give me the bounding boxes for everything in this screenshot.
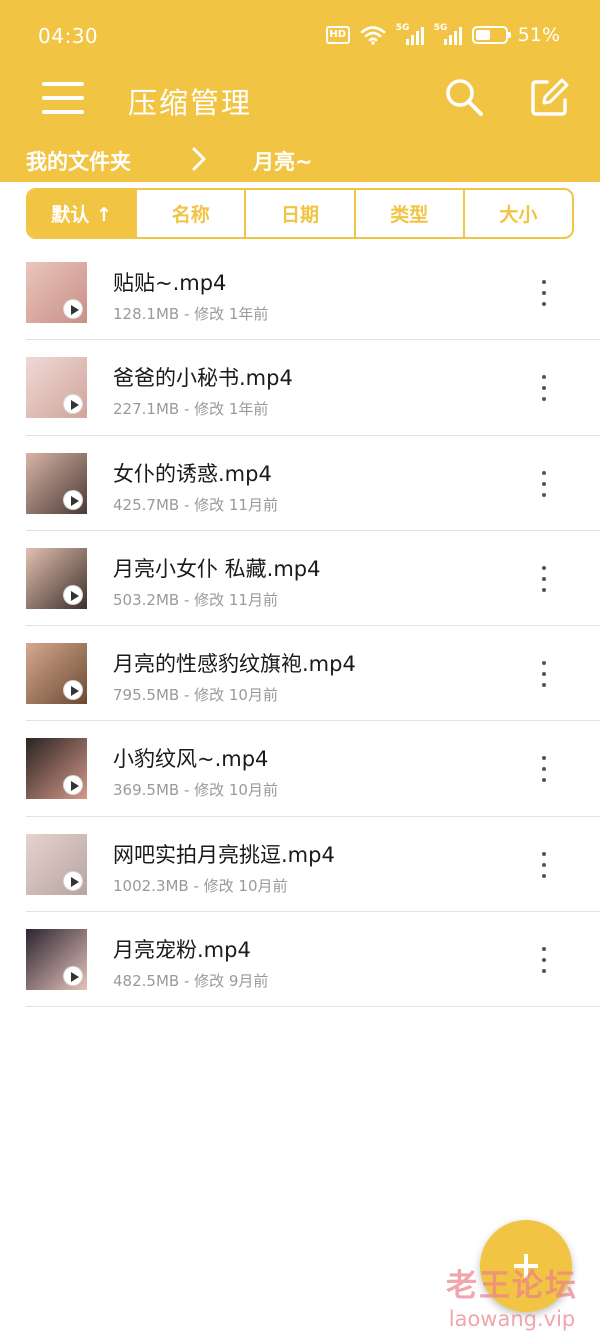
list-item[interactable]: 月亮宠粉.mp4 482.5MB - 修改 9月前	[26, 912, 600, 1008]
page-title: 压缩管理	[128, 86, 253, 120]
play-icon	[63, 966, 83, 987]
file-meta: 227.1MB - 修改 1年前	[113, 400, 269, 419]
signal-5g-icon: 5G	[396, 24, 424, 46]
video-thumbnail	[26, 833, 87, 895]
signal-5g-icon-2: 5G	[434, 24, 462, 46]
status-time: 04:30	[38, 24, 99, 48]
video-thumbnail	[26, 643, 87, 705]
more-vertical-icon[interactable]	[532, 564, 556, 594]
play-icon	[63, 870, 83, 891]
list-item[interactable]: 爸爸的小秘书.mp4 227.1MB - 修改 1年前	[26, 340, 600, 436]
list-item[interactable]: 网吧实拍月亮挑逗.mp4 1002.3MB - 修改 10月前	[26, 817, 600, 913]
file-meta: 425.7MB - 修改 11月前	[113, 495, 278, 514]
wifi-icon	[360, 26, 386, 45]
video-thumbnail	[26, 357, 87, 419]
list-item[interactable]: 女仆的诱惑.mp4 425.7MB - 修改 11月前	[26, 436, 600, 531]
battery-percent: 51%	[517, 24, 560, 46]
video-thumbnail	[26, 452, 87, 514]
video-thumbnail	[26, 929, 87, 991]
file-name: 爸爸的小秘书.mp4	[113, 366, 293, 391]
hd-icon: HD	[325, 26, 350, 44]
file-list: 贴贴~.mp4 128.1MB - 修改 1年前 爸爸的小秘书.mp4 227.…	[0, 245, 600, 1008]
video-thumbnail	[26, 738, 87, 800]
list-item[interactable]: 小豹纹风~.mp4 369.5MB - 修改 10月前	[26, 721, 600, 817]
battery-fill	[475, 30, 491, 40]
play-icon	[63, 299, 83, 319]
breadcrumb-current[interactable]: 月亮~	[253, 146, 313, 176]
file-name: 小豹纹风~.mp4	[113, 747, 269, 772]
play-icon	[63, 680, 83, 701]
file-meta: 503.2MB - 修改 11月前	[113, 590, 278, 609]
play-icon	[63, 584, 83, 605]
list-item[interactable]: 月亮小女仆 私藏.mp4 503.2MB - 修改 11月前	[26, 531, 600, 627]
file-name: 月亮宠粉.mp4	[113, 938, 251, 963]
video-thumbnail	[26, 547, 87, 609]
file-name: 网吧实拍月亮挑逗.mp4	[113, 842, 335, 867]
watermark-en: laowang.vip	[448, 1307, 576, 1331]
play-icon	[63, 489, 83, 510]
play-icon	[63, 394, 83, 415]
file-meta: 1002.3MB - 修改 10月前	[113, 876, 288, 895]
sort-tabs: 默认 ↑ 名称 日期 类型 大小	[26, 188, 574, 239]
signal2-bars	[443, 27, 462, 45]
more-vertical-icon[interactable]	[532, 945, 556, 975]
app-header: 04:30 HD 5G 5G 51% 压缩管理 我的文件夹 月亮~	[0, 0, 600, 182]
sort-tab-size[interactable]: 大小	[465, 190, 572, 237]
breadcrumb: 我的文件夹 月亮~	[0, 140, 600, 180]
edit-icon[interactable]	[529, 76, 571, 118]
battery-icon	[471, 26, 511, 44]
sort-tab-type[interactable]: 类型	[356, 190, 465, 237]
list-item[interactable]: 月亮的性感豹纹旗袍.mp4 795.5MB - 修改 10月前	[26, 626, 600, 722]
file-meta: 128.1MB - 修改 1年前	[113, 305, 269, 323]
signal1-bars	[405, 27, 424, 45]
file-name: 月亮小女仆 私藏.mp4	[113, 556, 321, 581]
chevron-right-icon	[192, 147, 206, 171]
breadcrumb-root[interactable]: 我的文件夹	[26, 146, 131, 176]
file-meta: 369.5MB - 修改 10月前	[113, 781, 278, 800]
sort-tab-name[interactable]: 名称	[137, 190, 247, 237]
more-vertical-icon[interactable]	[532, 850, 556, 880]
sort-tab-date[interactable]: 日期	[246, 190, 356, 237]
sort-tab-default[interactable]: 默认 ↑	[28, 190, 138, 237]
more-vertical-icon[interactable]	[532, 373, 556, 403]
add-button[interactable]	[480, 1220, 572, 1312]
video-thumbnail	[26, 262, 87, 323]
more-vertical-icon[interactable]	[532, 754, 556, 784]
file-name: 贴贴~.mp4	[113, 271, 227, 295]
more-vertical-icon[interactable]	[532, 659, 556, 689]
file-name: 月亮的性感豹纹旗袍.mp4	[113, 652, 356, 677]
toolbar: 压缩管理	[0, 72, 600, 124]
more-vertical-icon[interactable]	[532, 278, 556, 308]
file-meta: 482.5MB - 修改 9月前	[113, 972, 269, 991]
search-icon[interactable]	[443, 76, 485, 118]
status-bar: 04:30 HD 5G 5G 51%	[0, 0, 600, 72]
file-meta: 795.5MB - 修改 10月前	[113, 686, 278, 705]
list-item[interactable]: 贴贴~.mp4 128.1MB - 修改 1年前	[26, 245, 600, 341]
play-icon	[63, 775, 83, 796]
status-icons: HD 5G 5G 51%	[325, 22, 560, 48]
hamburger-menu-icon[interactable]	[42, 80, 84, 116]
more-vertical-icon[interactable]	[532, 469, 556, 499]
file-name: 女仆的诱惑.mp4	[113, 461, 272, 486]
